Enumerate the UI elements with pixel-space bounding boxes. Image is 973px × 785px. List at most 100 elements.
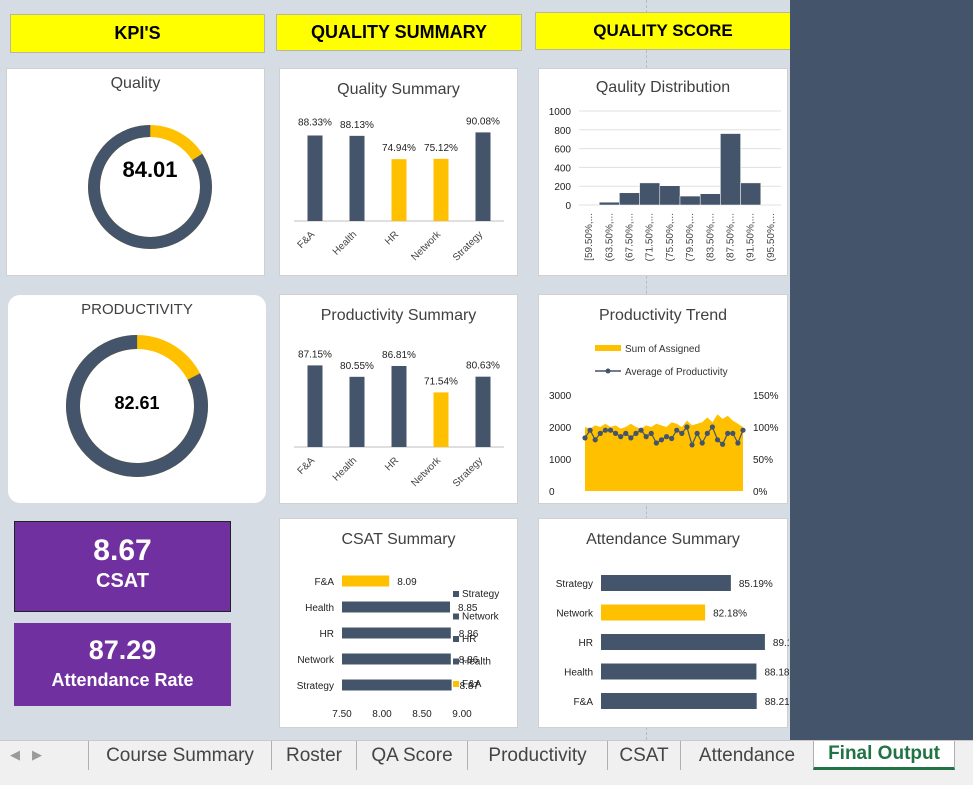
productivity-point <box>587 427 593 433</box>
histogram-bar <box>639 182 661 206</box>
quality-summary-card[interactable]: Quality Summary 88.33% F&A 88.13% Health 74.… <box>279 68 518 276</box>
productivity-point <box>602 427 608 433</box>
y-right-tick-label: 50% <box>753 455 773 466</box>
bar-data-label: 90.08% <box>466 116 500 127</box>
productivity-point <box>612 430 619 436</box>
csat-kpi-label: CSAT <box>96 570 149 592</box>
tab-productivity[interactable]: Productivity <box>467 741 607 770</box>
quality-donut-card[interactable]: Quality 84.01 <box>6 68 265 276</box>
hbar-strategy <box>342 679 452 691</box>
productivity-point <box>638 427 644 433</box>
bar-data-label: 88.13% <box>340 120 374 131</box>
category-tick-label: HR <box>383 455 401 473</box>
productivity-donut-value: 82.61 <box>114 393 160 413</box>
productivity-summary-card[interactable]: Productivity Summary 87.15% F&A 80.55% Heal… <box>279 294 518 504</box>
attendance-kpi-value: 87.29 <box>88 635 157 665</box>
bar-data-label: 75.12% <box>424 143 458 154</box>
y-tick-label: 400 <box>554 163 571 174</box>
bar-data-label: 71.54% <box>424 376 458 387</box>
productivity-point <box>694 430 700 436</box>
tab-final-output[interactable]: Final Output <box>813 741 955 770</box>
productivity-point <box>735 440 741 446</box>
assigned-area <box>585 414 743 491</box>
bar-data-label: 89.17% <box>773 638 789 649</box>
y-left-tick-label: 2000 <box>549 423 572 434</box>
tab-csat[interactable]: CSAT <box>607 741 680 770</box>
status-bar <box>0 770 973 785</box>
bin-tick-label: (87.50%,... <box>726 213 737 261</box>
bin-tick-label: (71.50%,... <box>645 213 656 261</box>
legend-swatch <box>453 591 459 597</box>
category-tick-label: HR <box>579 638 593 649</box>
productivity-point <box>607 427 614 433</box>
histogram-bar <box>740 182 762 206</box>
tab-scroll-left-icon[interactable]: ◀ <box>10 747 20 763</box>
tab-scroll-right-icon[interactable]: ▶ <box>32 747 42 763</box>
tab-attendance[interactable]: Attendance <box>680 741 813 770</box>
category-tick-label: Health <box>331 455 359 483</box>
quality-distribution-chart: 1000 800 600 400 200 0 [59.50%,... (63.50%,... (… <box>549 107 781 261</box>
productivity-trend-card[interactable]: Productivity Trend Sum of Assigned Averag… <box>538 294 788 504</box>
x-tick-label: 9.00 <box>452 709 472 720</box>
bar-data-label: 86.81% <box>382 350 416 361</box>
bar-hr <box>391 365 407 447</box>
tab-qa-score[interactable]: QA Score <box>356 741 467 770</box>
donut-value-arc <box>88 125 212 249</box>
productivity-point <box>699 440 705 446</box>
legend-label-assigned: Sum of Assigned <box>625 344 700 355</box>
attendance-summary-card[interactable]: Attendance Summary Strategy 85.19% Network… <box>538 518 789 728</box>
tab-roster[interactable]: Roster <box>271 741 356 770</box>
bin-tick-label: (75.50%,... <box>665 213 676 261</box>
category-tick-label: Strategy <box>556 579 593 590</box>
productivity-point <box>658 437 665 443</box>
legend-swatch-assigned <box>595 345 621 351</box>
productivity-donut-card[interactable]: PRODUCTIVITY 82.61 <box>8 295 266 503</box>
hbar-health <box>342 601 450 613</box>
csat-summary-card[interactable]: CSAT Summary F&A 8.09 Health 8.85 HR 8.86 Netw… <box>279 518 518 728</box>
legend-label: HR <box>462 634 476 645</box>
quality-donut-chart <box>88 125 212 249</box>
bar-fa <box>307 135 323 221</box>
productivity-point <box>720 441 726 447</box>
productivity-donut-title: PRODUCTIVITY <box>81 301 193 318</box>
quality-summary-chart: 88.33% F&A 88.13% Health 74.94% HR 75.12% Netwo… <box>294 116 504 263</box>
histogram-bar <box>598 201 620 206</box>
bar-fa <box>307 365 323 447</box>
productivity-point <box>740 427 746 433</box>
attendance-kpi-box[interactable]: 87.29 Attendance Rate <box>14 623 231 706</box>
productivity-point <box>730 430 736 436</box>
legend-label: Strategy <box>462 589 499 600</box>
quality-distribution-card[interactable]: Qaulity Distribution 1000 800 600 400 200 0 [5… <box>538 68 788 276</box>
tab-course-summary[interactable]: Course Summary <box>88 741 271 770</box>
y-tick-label: 800 <box>554 126 571 137</box>
y-right-tick-label: 150% <box>753 391 779 402</box>
productivity-point <box>618 434 624 440</box>
spreadsheet-canvas: KPI'S QUALITY SUMMARY QUALITY SCORE Qual… <box>0 0 791 740</box>
category-tick-label: Strategy <box>451 455 485 489</box>
csat-kpi-box[interactable]: 8.67 CSAT <box>14 521 231 612</box>
category-tick-label: Network <box>409 455 443 489</box>
hbar-network <box>342 653 451 665</box>
bar-data-label: 74.94% <box>382 143 416 154</box>
y-tick-label: 200 <box>554 182 571 193</box>
productivity-point <box>689 442 695 448</box>
y-tick-label: 1000 <box>549 107 572 118</box>
legend-label-productivity: Average of Productivity <box>625 367 728 378</box>
productivity-point <box>592 437 598 443</box>
x-tick-label: 7.50 <box>332 709 352 720</box>
productivity-point <box>674 427 680 433</box>
hbar-hr <box>342 627 451 639</box>
category-tick-label: Health <box>305 603 334 614</box>
histogram-bar <box>619 192 640 206</box>
histogram-bar <box>659 185 681 206</box>
header-quality-score: QUALITY SCORE <box>535 12 791 50</box>
bin-tick-label: (91.50%,... <box>746 213 757 261</box>
hbar-fa <box>601 693 757 709</box>
header-kpis: KPI'S <box>10 14 265 53</box>
hbar-fa <box>342 575 390 587</box>
hbar-strategy <box>601 575 731 591</box>
productivity-point <box>597 430 603 436</box>
productivity-point <box>633 430 639 436</box>
category-tick-label: Strategy <box>297 681 334 692</box>
bar-data-label: 88.33% <box>298 117 332 128</box>
